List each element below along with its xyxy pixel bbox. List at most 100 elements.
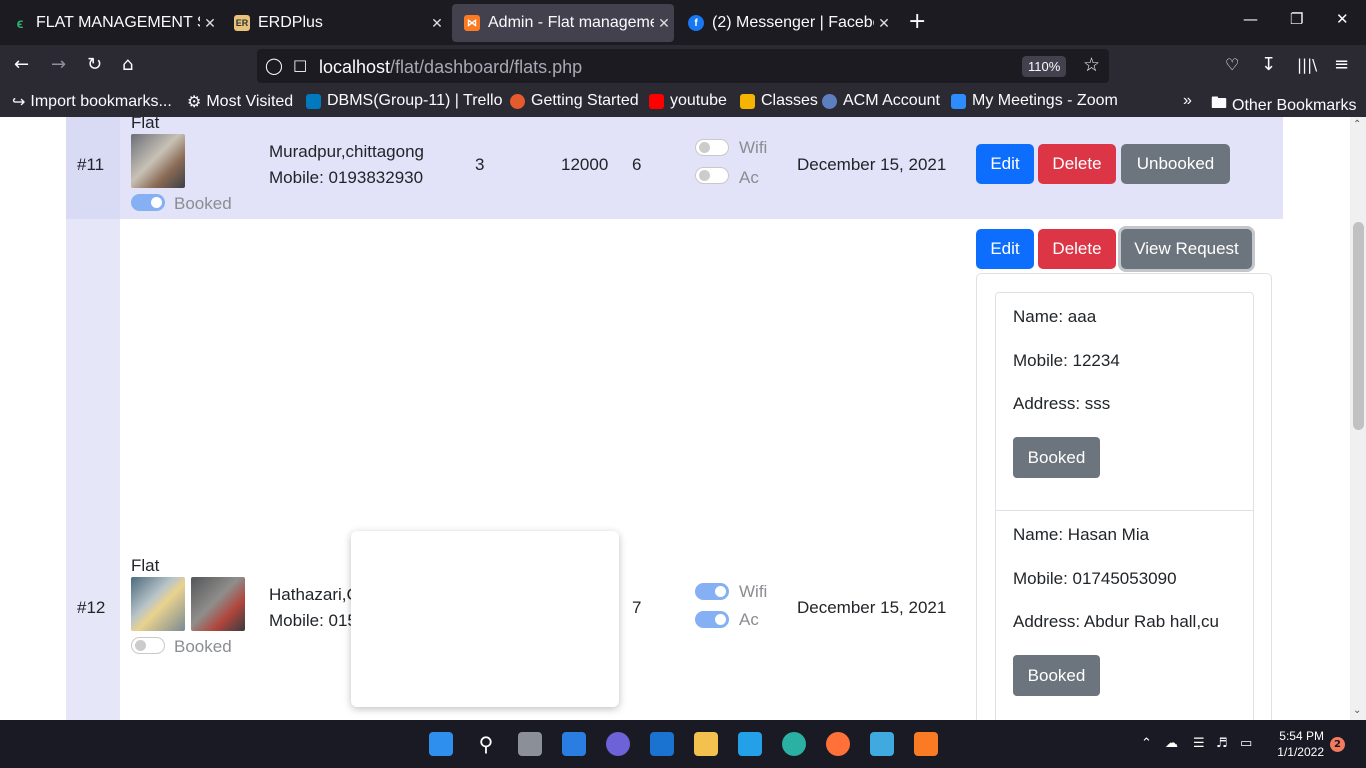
close-icon[interactable]: ✕ (874, 15, 894, 32)
classroom-icon (740, 93, 755, 109)
cloud-icon[interactable]: ☁ (1165, 736, 1178, 751)
folder-icon: 🖿 (1211, 95, 1228, 112)
trello-icon (306, 93, 321, 109)
windows-start-icon[interactable] (429, 732, 453, 756)
zoom-level[interactable]: 110% (1022, 56, 1067, 77)
back-arrow-icon[interactable]: ← (14, 54, 29, 76)
booked-button[interactable]: Booked (1013, 655, 1100, 696)
system-clock[interactable]: 5:54 PM 1/1/2022 (1270, 728, 1324, 760)
window-close-icon[interactable]: ✕ (1336, 10, 1349, 28)
battery-icon[interactable]: ▭ (1240, 736, 1252, 751)
tab-messenger[interactable]: f (2) Messenger | Faceboo ✕ (676, 4, 894, 42)
view-request-button[interactable]: View Request (1121, 229, 1252, 269)
bookmark-import[interactable]: ↪ Import bookmarks... (12, 92, 172, 112)
tab-erdplus[interactable]: ER ERDPlus ✕ (222, 4, 447, 42)
wifi-toggle[interactable] (695, 583, 729, 600)
booked-toggle[interactable] (131, 637, 165, 654)
bookmark-trello[interactable]: DBMS(Group-11) | Trello (306, 92, 502, 110)
flat-floor: 7 (632, 598, 642, 617)
mail-icon[interactable] (650, 732, 674, 756)
browser-tab-bar: ϵ FLAT MANAGEMENT SY ✕ ER ERDPlus ✕ ⋈ Ad… (0, 0, 1366, 45)
edit-button[interactable]: Edit (976, 144, 1034, 184)
ac-label: Ac (739, 168, 759, 187)
vscode-icon[interactable] (738, 732, 762, 756)
bookmark-label: youtube (670, 92, 727, 109)
xampp-icon[interactable] (914, 732, 938, 756)
booked-label: Booked (174, 637, 232, 656)
bookmark-label: Other Bookmarks (1232, 96, 1357, 114)
firefox-icon[interactable] (826, 732, 850, 756)
ac-label: Ac (739, 610, 759, 629)
bookmark-getting-started[interactable]: Getting Started (510, 92, 639, 110)
flat-address: Muradpur,chittagong (269, 142, 424, 161)
booked-button[interactable]: Booked (1013, 437, 1100, 478)
flat-date: December 15, 2021 (797, 155, 947, 174)
url-bar[interactable]: ◯ □ localhost/flat/dashboard/flats.php 1… (257, 49, 1109, 83)
home-icon[interactable]: ⌂ (122, 54, 133, 76)
bookmark-label: Classes (761, 92, 818, 109)
reload-icon[interactable]: ↻ (87, 54, 102, 76)
bookmark-classes[interactable]: Classes (740, 92, 818, 110)
page-icon: □ (293, 56, 308, 74)
edge-icon[interactable] (782, 732, 806, 756)
library-icon[interactable]: |||\ (1297, 54, 1317, 76)
minimize-icon[interactable]: — (1243, 10, 1258, 28)
task-view-icon[interactable] (518, 732, 542, 756)
widgets-icon[interactable] (562, 732, 586, 756)
shield-icon[interactable]: ◯ (265, 56, 283, 75)
new-tab-button[interactable]: + (908, 10, 926, 34)
wifi-toggle[interactable] (695, 139, 729, 156)
notepad-icon[interactable] (870, 732, 894, 756)
page-scrollbar[interactable]: ⌃ ⌄ (1350, 117, 1366, 720)
bookmark-zoom[interactable]: My Meetings - Zoom (951, 92, 1118, 110)
teams-chat-icon[interactable] (606, 732, 630, 756)
tab-flat-management[interactable]: ϵ FLAT MANAGEMENT SY ✕ (0, 4, 220, 42)
bookmark-most-visited[interactable]: ⚙ Most Visited (187, 92, 293, 112)
close-icon[interactable]: ✕ (427, 15, 447, 32)
pocket-icon[interactable]: ♡ (1225, 54, 1239, 76)
speaker-icon[interactable]: ♬ (1216, 736, 1228, 751)
gear-icon: ⚙ (187, 94, 202, 111)
restore-icon[interactable]: ❐ (1290, 10, 1303, 28)
flat-rooms: 3 (475, 155, 485, 174)
download-icon[interactable]: ↧ (1261, 54, 1276, 76)
forward-arrow-icon[interactable]: → (51, 54, 66, 76)
clock-date: 1/1/2022 (1277, 745, 1324, 759)
tab-title: ERDPlus (258, 14, 323, 31)
request-list: Name: aaa Mobile: 12234 Address: sss Boo… (995, 292, 1254, 720)
flat-mobile: Mobile: 0193832930 (269, 168, 424, 187)
bookmarks-overflow-icon[interactable]: » (1183, 92, 1192, 110)
other-bookmarks[interactable]: 🖿 Other Bookmarks (1211, 92, 1357, 119)
bookmark-acm[interactable]: ACM Account (822, 92, 940, 110)
flat-type: Flat (131, 556, 160, 575)
ac-toggle[interactable] (695, 167, 729, 184)
booked-toggle[interactable] (131, 194, 165, 211)
delete-button[interactable]: Delete (1038, 229, 1116, 269)
ac-toggle[interactable] (695, 611, 729, 628)
bookmark-label: My Meetings - Zoom (972, 92, 1118, 109)
scrollbar-thumb[interactable] (1353, 222, 1364, 430)
notification-badge[interactable]: 2 (1330, 737, 1345, 752)
bookmark-label: Most Visited (206, 93, 294, 110)
request-panel: Name: aaa Mobile: 12234 Address: sss Boo… (976, 273, 1272, 720)
scroll-down-icon[interactable]: ⌄ (1353, 705, 1361, 716)
search-icon[interactable]: ⚲ (474, 732, 498, 756)
request-mobile: Mobile: 12234 (1013, 351, 1120, 370)
scroll-up-icon[interactable]: ⌃ (1353, 119, 1361, 130)
url-text[interactable]: localhost/flat/dashboard/flats.php (319, 57, 582, 78)
bookmark-youtube[interactable]: youtube (649, 92, 727, 110)
close-icon[interactable]: ✕ (654, 15, 674, 32)
wifi-icon[interactable]: ☰ (1193, 736, 1205, 751)
edit-button[interactable]: Edit (976, 229, 1034, 269)
menu-icon[interactable]: ≡ (1334, 54, 1349, 76)
tab-admin-flat-management[interactable]: ⋈ Admin - Flat manageme ✕ (452, 4, 674, 42)
unbooked-button[interactable]: Unbooked (1121, 144, 1230, 184)
star-icon[interactable]: ☆ (1083, 54, 1100, 76)
request-address: Address: sss (1013, 394, 1111, 413)
close-icon[interactable]: ✕ (200, 15, 220, 32)
url-path: /flat/dashboard/flats.php (390, 57, 583, 77)
file-explorer-icon[interactable] (694, 732, 718, 756)
flat-type: Flat (131, 117, 160, 132)
delete-button[interactable]: Delete (1038, 144, 1116, 184)
chevron-up-icon[interactable]: ⌃ (1141, 736, 1152, 751)
